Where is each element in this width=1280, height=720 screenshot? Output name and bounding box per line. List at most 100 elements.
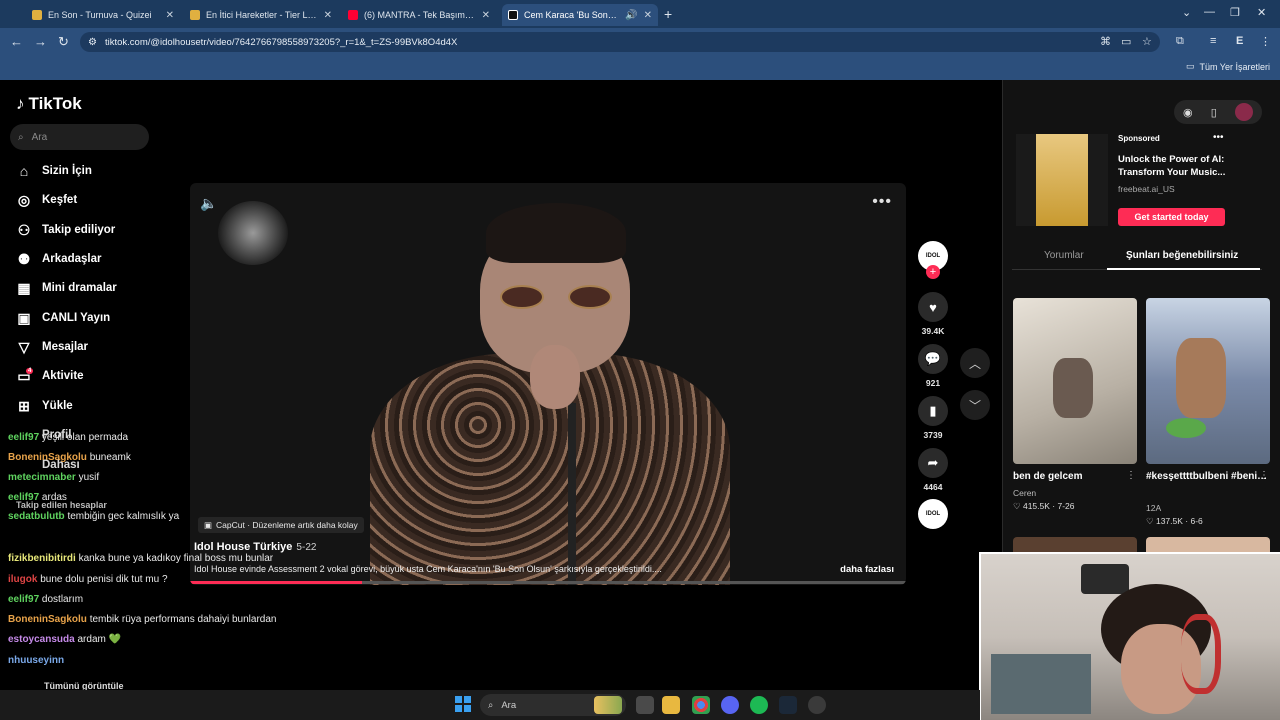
- video-author[interactable]: Idol House Türkiye 5-22: [194, 541, 316, 553]
- start-tile: [464, 705, 471, 712]
- tiktok-logo[interactable]: ♪ TikTok: [16, 94, 82, 114]
- compass-icon: ◎: [17, 191, 31, 208]
- nav-item-for-you[interactable]: ⌂ Sizin İçin: [16, 160, 92, 182]
- browser-tab-active[interactable]: Cem Karaca 'Bu Son Olsun' 🔊 ✕: [502, 4, 658, 26]
- new-tab-button[interactable]: +: [664, 6, 672, 22]
- spotify-icon[interactable]: [750, 696, 768, 714]
- search-input[interactable]: ⌕ Ara: [10, 124, 149, 150]
- discord-icon[interactable]: [721, 696, 739, 714]
- chevron-up-icon: ︿: [968, 356, 981, 371]
- suggested-caption[interactable]: ben de gelcem: [1013, 471, 1137, 482]
- browser-tab[interactable]: En İtici Hareketler - Tier List | Kr ✕: [184, 4, 338, 26]
- suggested-video-thumbnail[interactable]: [1146, 298, 1270, 464]
- save-button[interactable]: ▮ 3739: [917, 396, 949, 440]
- suggested-author[interactable]: Ceren: [1013, 488, 1036, 498]
- file-explorer-icon[interactable]: [662, 696, 680, 714]
- coin-icon[interactable]: ◉: [1183, 106, 1193, 119]
- minimize-icon[interactable]: —: [1204, 6, 1215, 18]
- menu-icon[interactable]: ⋮: [1260, 35, 1271, 48]
- webcam-shelf-decor: [1081, 564, 1129, 594]
- author-name: Idol House Türkiye: [194, 541, 293, 553]
- site-info-icon[interactable]: ⚙: [88, 37, 97, 48]
- tab-suggested[interactable]: Şunları beğenebilirsiniz: [1126, 250, 1238, 261]
- close-icon[interactable]: ✕: [644, 10, 652, 21]
- forward-icon[interactable]: →: [34, 34, 47, 49]
- reload-icon[interactable]: ↻: [58, 34, 69, 50]
- capcut-text: CapCut · Düzenleme artık daha kolay: [216, 520, 358, 530]
- nav-item-mini-dramas[interactable]: ▦ Mini dramalar: [16, 277, 116, 299]
- speaker-icon[interactable]: 🔊: [625, 10, 637, 21]
- translate-icon[interactable]: ⌘: [1100, 35, 1111, 48]
- user-avatar[interactable]: [1234, 103, 1253, 121]
- chat-message: ilugok bune dolu penisi dik tut mu ?: [8, 574, 168, 585]
- chat-username: nhuuseyinn: [8, 655, 65, 666]
- nav-label: Aktivite: [42, 370, 84, 382]
- steam-icon[interactable]: [779, 696, 797, 714]
- nav-item-explore[interactable]: ◎ Keşfet: [16, 189, 77, 211]
- search-highlight-icon: [594, 696, 622, 714]
- nav-item-following[interactable]: ⚇ Takip ediliyor: [16, 219, 116, 241]
- url-bar[interactable]: ⚙ tiktok.com/@idolhousetr/video/76427667…: [80, 32, 1160, 52]
- next-video-button[interactable]: ﹀: [960, 390, 990, 420]
- capcut-icon: ▣: [204, 519, 213, 530]
- close-icon[interactable]: ✕: [482, 10, 490, 21]
- nav-item-friends[interactable]: ⚉ Arkadaşlar: [16, 248, 102, 270]
- nav-item-live[interactable]: ▣ CANLI Yayın: [16, 307, 110, 329]
- all-bookmarks-button[interactable]: ▭ Tüm Yer İşaretleri: [1186, 61, 1270, 72]
- tab-search-icon[interactable]: ⌄: [1182, 6, 1191, 19]
- browser-tab[interactable]: En Son - Turnuva - Quizei ✕: [26, 4, 180, 26]
- suggested-author[interactable]: 12A: [1146, 503, 1161, 513]
- sound-button[interactable]: IDOL: [917, 499, 949, 529]
- ad-cta-button[interactable]: Get started today: [1118, 208, 1225, 226]
- restore-icon[interactable]: ❐: [1230, 6, 1240, 19]
- chat-message: BoneninSagkolu buneamk: [8, 452, 131, 463]
- profile-avatar[interactable]: E: [1236, 35, 1243, 47]
- video-frame-mic-stand: [568, 403, 576, 585]
- ad-image[interactable]: [1016, 134, 1108, 226]
- bookmark-star-icon[interactable]: ☆: [1142, 35, 1152, 48]
- see-more-link[interactable]: daha fazlası: [840, 564, 894, 575]
- reading-list-icon[interactable]: ≡: [1210, 35, 1216, 47]
- cast-icon[interactable]: ▭: [1121, 35, 1131, 48]
- tab-comments[interactable]: Yorumlar: [1044, 250, 1084, 261]
- url-text: tiktok.com/@idolhousetr/video/7642766798…: [104, 36, 458, 48]
- comment-button[interactable]: 💬 921: [917, 344, 949, 388]
- window-close-icon[interactable]: ✕: [1257, 6, 1266, 19]
- home-icon: ⌂: [19, 163, 29, 179]
- back-icon[interactable]: ←: [10, 34, 23, 49]
- more-icon[interactable]: ⋮: [1259, 470, 1269, 481]
- task-view-icon[interactable]: [636, 696, 654, 714]
- app-icon[interactable]: [808, 696, 826, 714]
- thumb-person: [1053, 358, 1093, 418]
- nav-label: Arkadaşlar: [42, 253, 102, 265]
- more-icon[interactable]: ⋮: [1126, 470, 1136, 481]
- volume-icon[interactable]: 🔈: [200, 195, 217, 212]
- share-button[interactable]: ➦ 4464: [917, 448, 949, 492]
- chrome-icon[interactable]: [692, 696, 710, 714]
- video-date: 5-22: [296, 542, 317, 553]
- close-icon[interactable]: ✕: [324, 10, 332, 21]
- ad-title[interactable]: Unlock the Power of AI: Transform Your M…: [1118, 153, 1228, 179]
- extensions-icon[interactable]: ⧉: [1176, 35, 1184, 48]
- ad-more-icon[interactable]: •••: [1213, 132, 1224, 143]
- close-icon[interactable]: ✕: [166, 10, 174, 21]
- capcut-label[interactable]: ▣ CapCut · Düzenleme artık daha kolay: [198, 517, 364, 533]
- suggested-video-thumbnail[interactable]: [1013, 298, 1137, 464]
- tab-title: (6) MANTRA - Tek Başıma (Offi: [364, 10, 476, 20]
- more-options-icon[interactable]: •••: [872, 193, 892, 211]
- previous-video-button[interactable]: ︿: [960, 348, 990, 378]
- like-button[interactable]: ♥ 39.4K: [917, 292, 949, 336]
- video-player[interactable]: 🔈 ••• ▣ CapCut · Düzenleme artık daha ko…: [190, 183, 906, 585]
- nav-item-messages[interactable]: ▽ Mesajlar: [16, 336, 88, 358]
- suggested-caption[interactable]: #kesşettttbulbeni #beniöneçıkart...: [1146, 471, 1270, 482]
- nav-item-activity[interactable]: ▭ 4 Aktivite: [16, 365, 84, 387]
- webcam-headset: [1181, 614, 1221, 694]
- device-icon[interactable]: ▯: [1211, 106, 1217, 119]
- right-tabs: Yorumlar Şunları beğenebilirsiniz: [1012, 244, 1262, 270]
- nav-item-upload[interactable]: ⊞ Yükle: [16, 395, 73, 417]
- browser-tab[interactable]: (6) MANTRA - Tek Başıma (Offi ✕: [342, 4, 496, 26]
- chevron-down-icon: ﹀: [968, 398, 981, 413]
- share-icon: ➦: [918, 448, 948, 478]
- follow-button[interactable]: +: [926, 265, 940, 279]
- start-icon[interactable]: [455, 696, 471, 712]
